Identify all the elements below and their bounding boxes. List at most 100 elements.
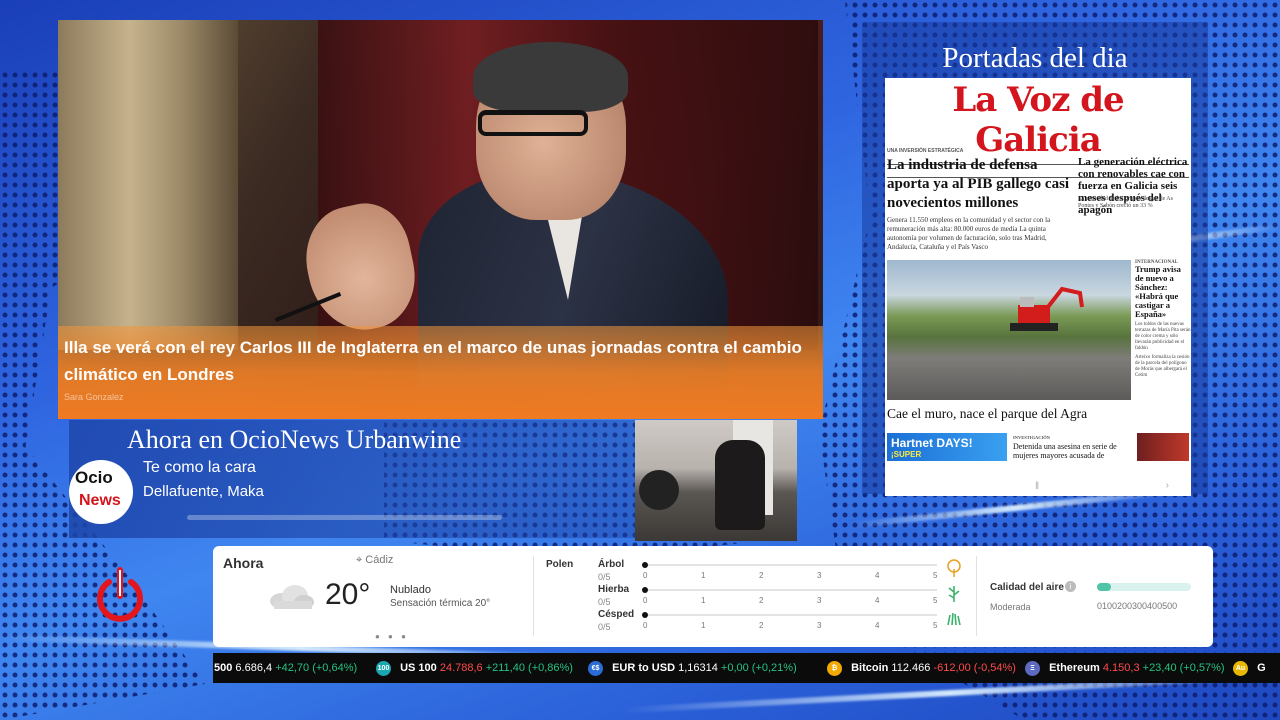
photo-headline: Cae el muro, nace el parque del Agra (887, 406, 1088, 421)
front-pages-panel: Portadas del dia La Voz de Galicia UNA I… (862, 22, 1208, 496)
air-quality-scale: 0100200300400500 (1097, 601, 1178, 611)
bottom-text: Detenida una asesina en serie de mujeres… (1013, 442, 1117, 460)
news-photo-credit: Sara Gonzalez (64, 392, 124, 402)
polen-tick: 4 (875, 571, 880, 580)
ticker-item[interactable]: 100 US 100 24.788,6 +211,40 (+0,86%) (376, 653, 573, 683)
air-quality-bar (1097, 583, 1191, 591)
ticker-name: 500 (214, 662, 233, 674)
now-playing-title: Ahora en OcioNews Urbanwine (127, 425, 462, 454)
us100-icon: 100 (376, 660, 391, 676)
bottom-tag: INVESTIGACIÓN (1013, 435, 1051, 440)
front-pages-title: Portadas del dia (942, 42, 1128, 74)
logo-top-text: Ocio (75, 468, 113, 487)
polen-scale-line (647, 589, 937, 591)
polen-tick: 2 (759, 596, 764, 605)
ticker-change: +23,40 (+0,57%) (1142, 662, 1225, 674)
divider (533, 556, 534, 636)
polen-tick: 5 (933, 571, 938, 580)
news-caption-overlay: Illa se verá con el rey Carlos III de In… (58, 326, 823, 419)
song-title: Te como la cara (143, 459, 256, 476)
polen-tick: 5 (933, 621, 938, 630)
weather-temperature: 20° (325, 578, 371, 611)
polen-value: 0/5 (598, 572, 611, 582)
ticker-name: EUR to USD (612, 662, 676, 674)
lead-tag: UNA INVERSIÓN ESTRATÉGICA (887, 148, 964, 154)
news-headline[interactable]: Illa se verá con el rey Carlos III de In… (64, 334, 815, 388)
polen-label: Polen (546, 559, 574, 570)
ticker-price: 1,16314 (678, 662, 718, 674)
weather-widget[interactable]: Ahora ⌖ Cádiz 20° Nublado Sensación térm… (213, 546, 1213, 647)
newspaper-front-page[interactable]: La Voz de Galicia UNA INVERSIÓN ESTRATÉG… (885, 78, 1191, 496)
news-photo-glasses (478, 110, 588, 136)
video-chair (715, 440, 765, 530)
info-icon[interactable]: i (1065, 581, 1076, 592)
polen-tick: 0 (643, 621, 648, 630)
bottom-story: INVESTIGACIÓN Detenida una asesina en se… (1013, 433, 1135, 460)
ocionews-logo: Ocio News (69, 460, 133, 524)
polen-tick: 1 (701, 621, 706, 630)
divider (976, 556, 977, 636)
polen-level-marker (642, 562, 648, 568)
polen-tick: 4 (875, 621, 880, 630)
video-feed[interactable] (635, 420, 797, 541)
polen-tick: 2 (759, 571, 764, 580)
video-object (639, 470, 679, 510)
ticker-item[interactable]: €$ EUR to USD 1,16314 +0,00 (+0,21%) (588, 653, 797, 683)
ticker-change: -612,00 (-0,54%) (933, 662, 1016, 674)
ticker-price: 4.150,3 (1102, 662, 1140, 674)
news-panel[interactable]: Illa se verá con el rey Carlos III de In… (58, 20, 823, 419)
front-page-nav[interactable]: ‖ › (885, 480, 1191, 496)
song-artist: Dellafuente, Maka (143, 483, 264, 500)
polen-name: Césped (598, 609, 635, 620)
polen-tick: 1 (701, 596, 706, 605)
ticker-item[interactable]: Au G (1233, 653, 1266, 683)
polen-level-marker (642, 612, 648, 618)
ticker-item[interactable]: Ξ Ethereum 4.150,3 +23,40 (+0,57%) (1025, 653, 1225, 683)
ticker-item[interactable]: 500 6.686,4 +42,70 (+0,64%) (214, 653, 357, 683)
power-icon[interactable] (94, 566, 146, 624)
ticker-change: +42,70 (+0,64%) (275, 662, 358, 674)
weather-feels-like: Sensación térmica 20° (390, 598, 491, 609)
polen-scale-line (647, 614, 937, 616)
ticker-name: Ethereum (1049, 662, 1100, 674)
excavator-image (1010, 286, 1084, 331)
ticker-price: 24.788,6 (439, 662, 483, 674)
grass-icon (948, 586, 960, 602)
cloud-icon (270, 585, 314, 609)
currency-exchange-icon: €$ (588, 660, 603, 676)
ticker-name: Bitcoin (851, 662, 889, 674)
polen-name: Árbol (598, 559, 625, 570)
polen-tick: 3 (817, 571, 822, 580)
polen-tick: 0 (643, 571, 648, 580)
polen-tick: 0 (643, 596, 648, 605)
weather-pager[interactable]: ● ● ● (375, 632, 409, 641)
side-body: La actividad de los grupos de gas de As … (1078, 196, 1173, 209)
ad-sub: ¡SUPER (891, 450, 922, 459)
chevron-right-icon[interactable]: › (1166, 480, 1169, 491)
polen-tick: 3 (817, 621, 822, 630)
ticker-change: +211,40 (+0,86%) (485, 662, 573, 674)
logo-bottom-text: News (79, 492, 121, 509)
weather-now-label: Ahora (223, 555, 264, 571)
now-playing-panel: Ahora en OcioNews Urbanwine Ocio News Te… (69, 420, 635, 538)
news-photo-hair (473, 42, 628, 112)
air-quality-fill (1097, 583, 1112, 591)
newspaper-ad: Hartnet DAYS! ¡SUPER (887, 433, 1007, 461)
weather-condition: Nublado (390, 584, 431, 596)
newspaper-right-column: INTERNACIONAL Trump avisa de nuevo a Sán… (1135, 260, 1191, 379)
ticker-item[interactable]: ₿ Bitcoin 112.466 -612,00 (-0,54%) (827, 653, 1016, 683)
air-quality-value: Moderada (990, 602, 1031, 612)
news-photo-column (58, 20, 238, 350)
lawn-icon (947, 612, 961, 626)
polen-tick: 3 (817, 596, 822, 605)
polen-value: 0/5 (598, 622, 611, 632)
ticker-change: +0,00 (+0,21%) (720, 662, 797, 674)
ticker-name: G (1257, 662, 1266, 674)
ticker-price: 112.466 (891, 662, 931, 674)
weather-location: ⌖ Cádiz (356, 554, 393, 567)
polen-tick: 2 (759, 621, 764, 630)
pause-icon[interactable]: ‖ (1035, 481, 1039, 492)
map-pin-icon: ⌖ (356, 554, 363, 566)
polen-row-cesped: Césped 0/5 0 1 2 3 4 5 (598, 609, 961, 635)
tree-icon (947, 559, 961, 577)
